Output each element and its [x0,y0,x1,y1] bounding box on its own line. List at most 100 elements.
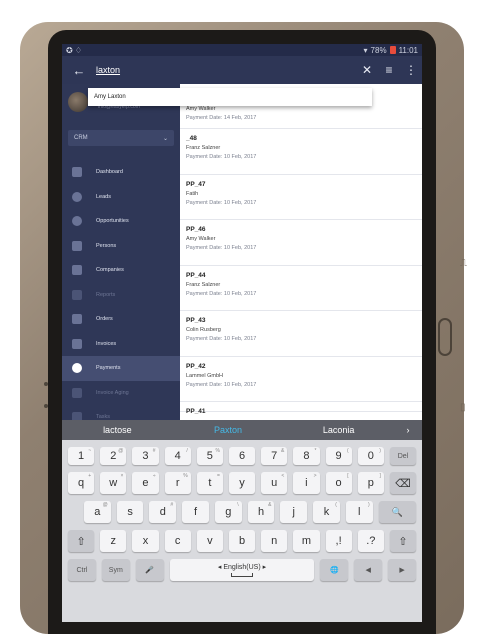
key-3[interactable]: 3 # [132,447,159,465]
battery-percent: 78% [370,45,387,55]
shift-right-key[interactable]: ⇧ [389,530,417,552]
key-label: i [305,477,308,489]
key-alt: ] [379,473,381,479]
ctrl-key[interactable]: Ctrl [68,559,96,581]
keyboard-suggestion[interactable]: lactose [62,425,173,435]
key-f[interactable]: f [182,501,209,523]
key-p[interactable]: p] [357,472,384,494]
payment-date: Payment Date: 14 Feb, 2017 [186,115,257,121]
back-key-icon[interactable]: ▯ [460,402,466,413]
key-x[interactable]: x [132,530,159,552]
delete-key[interactable]: Del [389,447,417,465]
key-c[interactable]: c [164,530,191,552]
key-6[interactable]: 6 [228,447,256,465]
cursor-right-key[interactable]: ▶ [388,559,417,581]
search-key[interactable]: 🔍 [378,501,417,523]
list-item[interactable]: PP_42 Lammel GmbH Payment Date: 10 Feb, … [180,357,422,402]
key-l[interactable]: l) [345,501,373,523]
key-r[interactable]: r% [164,472,191,494]
search-icon: 🔍 [391,506,403,517]
dollar-circle-icon [72,363,82,374]
key-9[interactable]: 9( [325,447,352,465]
list-item[interactable]: PP_44 Franz Salzner Payment Date: 10 Feb… [180,266,422,311]
key-2[interactable]: 2 @ [100,447,127,465]
key-label: Del [397,452,409,460]
key-label: u [271,477,278,489]
key-0[interactable]: 0) [357,447,384,465]
list-item[interactable]: PP_46 Amy Walker Payment Date: 10 Feb, 2… [180,220,422,266]
key-o[interactable]: o[ [325,472,352,494]
key-d[interactable]: d # [149,501,177,523]
key-alt: % [183,473,188,479]
back-arrow-icon[interactable]: ← [62,63,96,78]
key-comma[interactable]: ,! [325,530,352,552]
sidebar-item-dashboard[interactable]: Dashboard [62,160,180,185]
key-4[interactable]: 4/ [164,447,191,465]
key-n[interactable]: n [261,530,288,552]
cursor-left-key[interactable]: ◀ [354,559,383,581]
sidebar-item-invoices[interactable]: Invoices [62,332,180,357]
key-label: 1 [78,450,85,462]
recent-apps-icon[interactable]: ⎍ [460,258,467,269]
key-7[interactable]: 7 & [261,447,288,465]
key-period[interactable]: .? [357,530,384,552]
sidebar-item-reports[interactable]: Reports [62,283,180,308]
avatar[interactable] [68,92,88,112]
filter-icon[interactable]: ≡ [378,63,400,77]
search-suggestion[interactable]: Amy Laxton [88,88,372,106]
clear-search-icon[interactable]: ✕ [356,63,378,77]
key-alt: ) [379,448,381,454]
key-j[interactable]: j [280,501,308,523]
list-item[interactable]: PP_47 Fatih Payment Date: 10 Feb, 2017 [180,175,422,220]
backspace-key[interactable]: ⌫ [389,472,417,494]
voice-input-key[interactable]: 🎤 [135,559,164,581]
home-button[interactable] [438,318,452,356]
sidebar-item-leads[interactable]: Leads [62,185,180,210]
key-w[interactable]: w × [100,472,127,494]
key-u[interactable]: u < [261,472,288,494]
list-item[interactable]: PP_43 Colin Rusberg Payment Date: 10 Feb… [180,311,422,357]
sidebar-item-orders[interactable]: Orders [62,307,180,332]
key-b[interactable]: b [228,530,256,552]
list-item[interactable]: PP_41 [180,402,422,415]
sidebar-item-opportunities[interactable]: Opportunities [62,209,180,234]
sidebar-item-persons[interactable]: Persons [62,234,180,259]
key-8[interactable]: 8 * [293,447,320,465]
more-menu-icon[interactable]: ⋮ [400,63,422,77]
key-a[interactable]: a @ [84,501,111,523]
sidebar-item-payments[interactable]: Payments [62,356,180,381]
module-select[interactable]: CRM ⌄ [68,130,174,146]
sym-key[interactable]: Sym [101,559,130,581]
keyboard-suggestion[interactable]: Laconia [283,425,394,435]
key-5[interactable]: 5% [196,447,223,465]
key-e[interactable]: e ÷ [132,472,159,494]
space-key[interactable]: ◂ English(US) ▸ [169,559,315,581]
key-h[interactable]: h & [247,501,275,523]
sidebar-item-invoice-aging[interactable]: Invoice Aging [62,381,180,406]
sidebar-item-companies[interactable]: Companies [62,258,180,283]
key-g[interactable]: g \ [214,501,242,523]
key-label: m [301,535,311,547]
key-label: 0 [367,450,374,462]
key-m[interactable]: m [293,530,320,552]
key-1[interactable]: 1 ~ [68,447,95,465]
search-input[interactable] [96,65,356,75]
more-suggestions-icon[interactable]: › [394,425,422,435]
key-label: c [174,535,181,547]
key-q[interactable]: q + [68,472,95,494]
list-item[interactable]: _48 Franz Salzner Payment Date: 10 Feb, … [180,129,422,175]
key-z[interactable]: z [100,530,127,552]
key-i[interactable]: i > [293,472,320,494]
globe-key[interactable]: 🌐 [320,559,349,581]
keyboard-suggestion-highlighted[interactable]: Paxton [173,425,284,435]
key-k[interactable]: k( [313,501,340,523]
shift-left-key[interactable]: ⇧ [68,530,95,552]
key-y[interactable]: y [228,472,256,494]
key-t[interactable]: t = [196,472,223,494]
key-label: p [367,477,374,489]
payment-number: PP_43 [186,317,206,324]
key-s[interactable]: s [116,501,144,523]
payment-date: Payment Date: 10 Feb, 2017 [186,245,257,251]
key-label: b [238,535,246,547]
key-v[interactable]: v [196,530,223,552]
